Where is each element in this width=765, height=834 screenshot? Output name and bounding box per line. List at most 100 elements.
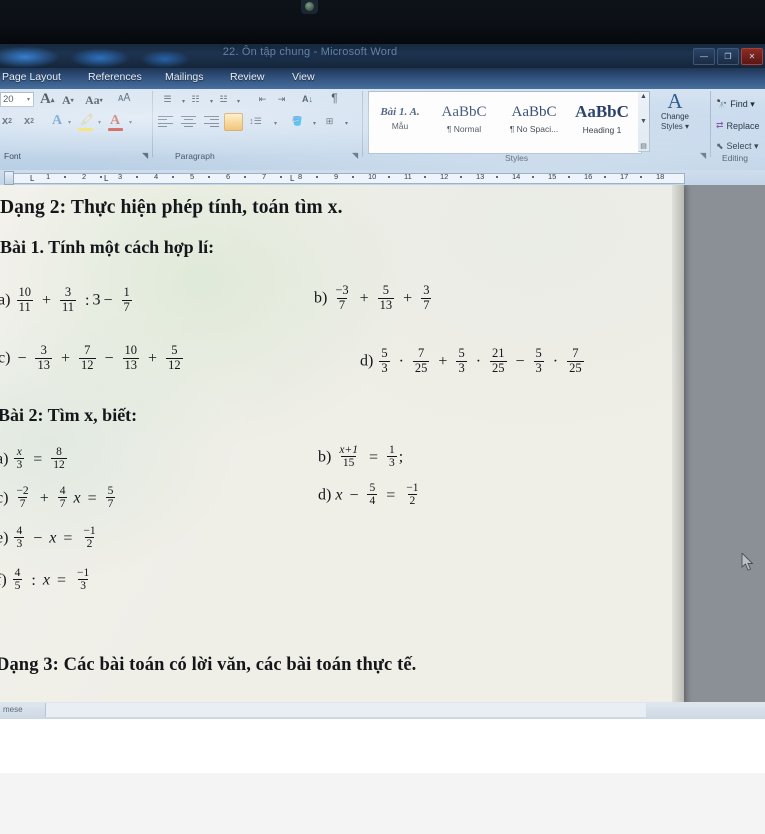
ruler-number: 8: [298, 172, 303, 181]
multilevel-list-button[interactable]: ☳: [216, 92, 231, 106]
webcam-icon: [305, 2, 314, 11]
change-case-button[interactable]: Aa ▾: [85, 93, 103, 108]
style-name: Mẫu: [391, 121, 409, 131]
document-content: Dạng 2: Thực hiện phép tính, toán tìm x.…: [0, 185, 684, 719]
status-bar-panel: [45, 703, 646, 717]
minimize-button[interactable]: —: [693, 48, 715, 65]
group-separator-1: [152, 91, 153, 157]
styles-dialog-launcher[interactable]: ◥: [700, 151, 706, 160]
group-separator-2: [362, 91, 363, 157]
equation-bai2-a: a) x3 = 812: [0, 446, 69, 473]
style-item-normal[interactable]: AaBbC ¶ Normal: [432, 91, 496, 146]
ruler-number: 14: [512, 172, 521, 181]
font-color-button[interactable]: A: [110, 113, 120, 129]
font-color-dropdown-icon[interactable]: ▾: [129, 119, 132, 126]
find-button[interactable]: 🔭 Find ▾: [716, 99, 755, 110]
ribbon-tab-strip: Page Layout References Mailings Review V…: [0, 68, 765, 89]
restore-icon: ❐: [724, 51, 732, 61]
heading-bai-2: Bài 2: Tìm x, biết:: [0, 405, 138, 425]
align-right-button[interactable]: [202, 114, 219, 128]
shrink-font-button[interactable]: A ▾: [62, 93, 74, 108]
subscript-button[interactable]: x2: [2, 115, 12, 127]
style-preview: AaBbC: [441, 103, 487, 120]
binoculars-icon: 🔭: [716, 99, 728, 109]
find-label: Find ▾: [730, 99, 755, 109]
grow-font-button[interactable]: A ▴: [40, 91, 54, 108]
tab-mailings[interactable]: Mailings: [165, 71, 204, 83]
equation-bai2-f: f) 45 : x = −13: [0, 567, 93, 594]
restore-button[interactable]: ❐: [717, 48, 739, 65]
sort-button[interactable]: A↓: [300, 92, 315, 106]
indent-marker[interactable]: [4, 171, 14, 185]
document-workspace: Dạng 2: Thực hiện phép tính, toán tìm x.…: [0, 185, 765, 719]
replace-label: Replace: [726, 120, 760, 131]
ruler-number: 13: [476, 172, 485, 181]
highlight-dropdown-icon[interactable]: ▾: [98, 119, 101, 126]
superscript-button[interactable]: x2: [24, 115, 34, 127]
tab-review[interactable]: Review: [230, 71, 264, 83]
select-button[interactable]: ⬉ Select ▾: [716, 141, 759, 152]
shading-button[interactable]: 🪣: [290, 114, 305, 128]
borders-dropdown-icon[interactable]: ▾: [339, 116, 354, 130]
replace-button[interactable]: ⇄ Replace: [716, 120, 760, 131]
laptop-screen-photo: 22. Ôn tập chung - Microsoft Word — ❐ ✕ …: [0, 0, 765, 719]
styles-gallery-scrollbar[interactable]: ▲ ▼ ▤: [638, 91, 650, 152]
scroll-up-icon[interactable]: ▲: [640, 93, 647, 100]
horizontal-ruler[interactable]: L L L 1 2 3 4 5 6 7 8 9 10 11 12 13 14 1…: [0, 170, 765, 185]
close-button[interactable]: ✕: [741, 48, 763, 65]
justify-button[interactable]: [224, 113, 243, 131]
font-dialog-launcher[interactable]: ◥: [142, 151, 148, 160]
tab-stop-marker-3: L: [290, 174, 295, 183]
ruler-number: 16: [584, 172, 593, 181]
multilevel-dropdown-icon[interactable]: ▾: [231, 94, 246, 108]
ruler-number: 9: [334, 172, 339, 181]
document-page[interactable]: Dạng 2: Thực hiện phép tính, toán tìm x.…: [0, 185, 684, 719]
show-formatting-marks-button[interactable]: ¶: [327, 91, 342, 105]
font-size-dropdown-icon[interactable]: ▾: [27, 96, 30, 103]
line-spacing-dropdown-icon[interactable]: ▾: [268, 116, 283, 130]
ruler-number: 7: [262, 172, 267, 181]
replace-icon: ⇄: [716, 120, 724, 130]
item-label-b: b): [318, 448, 332, 466]
text-effects-dropdown-icon[interactable]: ▾: [68, 119, 71, 126]
shading-dropdown-icon[interactable]: ▾: [307, 116, 322, 130]
close-icon: ✕: [748, 51, 756, 61]
borders-button[interactable]: ⊞: [322, 114, 337, 128]
equation-bai2-b: b) x+1 15 = 1 3;: [318, 444, 404, 470]
tab-stop-marker-1: L: [30, 174, 35, 183]
paragraph-dialog-launcher[interactable]: ◥: [352, 151, 358, 160]
tab-page-layout[interactable]: Page Layout: [2, 71, 61, 83]
tab-references[interactable]: References: [88, 71, 142, 83]
more-styles-icon[interactable]: ▤: [640, 142, 647, 150]
equation-bai2-d: d) x − 54 = −1 2: [318, 482, 419, 508]
item-label-e: e): [0, 529, 9, 547]
style-item-no-spacing[interactable]: AaBbC ¶ No Spaci...: [500, 91, 568, 146]
ruler-number: 11: [404, 172, 412, 181]
text-effects-button[interactable]: A: [52, 113, 62, 129]
numbering-button[interactable]: ☷: [188, 92, 203, 106]
style-item-mau[interactable]: Bài 1. A. Mẫu: [372, 91, 428, 146]
increase-indent-button[interactable]: ⇥: [274, 92, 289, 106]
scroll-down-icon[interactable]: ▼: [640, 118, 647, 125]
equation-bai1-c: c) − 3 13 + 7 12 − 10 13 + 5 12: [0, 343, 183, 372]
line-spacing-button[interactable]: ↕☰: [248, 114, 263, 128]
group-label-paragraph: Paragraph: [175, 151, 215, 161]
window-title: 22. Ôn tập chung - Microsoft Word: [222, 46, 398, 58]
style-item-heading-1[interactable]: AaBbC Heading 1: [570, 91, 634, 146]
bullets-button[interactable]: ☰: [160, 92, 175, 106]
tab-view[interactable]: View: [292, 71, 315, 83]
clear-formatting-icon[interactable]: 🗚: [118, 92, 130, 105]
minimize-icon: —: [700, 51, 708, 61]
align-center-button[interactable]: [180, 114, 197, 128]
page-right-edge: [672, 185, 684, 719]
change-styles-button[interactable]: A Change Styles ▾: [654, 91, 696, 132]
align-left-button[interactable]: [158, 114, 175, 128]
select-icon: ⬉: [716, 141, 724, 151]
highlight-button[interactable]: 🖍: [80, 113, 94, 126]
document-background: [678, 185, 765, 719]
heading-dang-3: Dạng 3: Các bài toán có lời văn, các bài…: [0, 655, 417, 675]
ribbon-body: 20 ▾ A ▴ A ▾ Aa ▾ 🗚 x2 x2 A ▾ 🖍 ▾ A ▾ Font …: [0, 89, 765, 170]
item-label-a: a): [0, 450, 9, 468]
decrease-indent-button[interactable]: ⇤: [255, 92, 270, 106]
ruler-number: 6: [226, 172, 231, 181]
